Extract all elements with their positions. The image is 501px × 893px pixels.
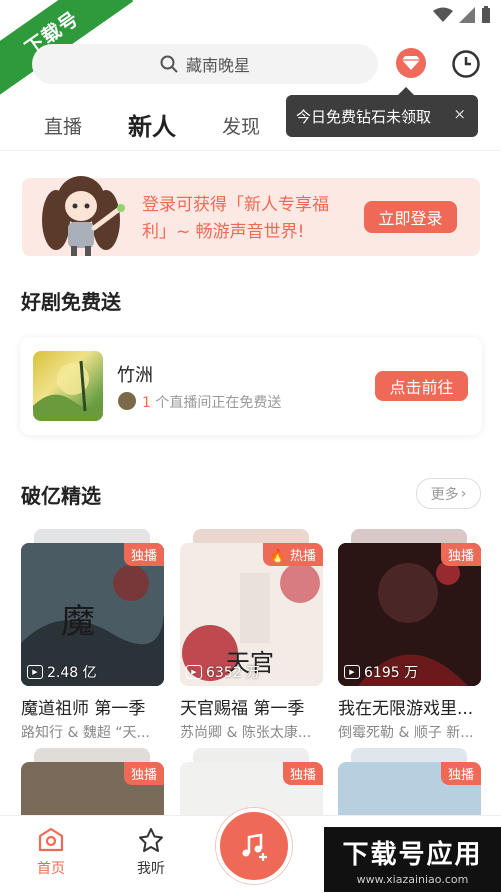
wifi-icon [433,7,453,22]
watermark-bottom-url: www.xiazainiao.com [356,872,469,886]
tab-discover[interactable]: 发现 [222,112,260,139]
album-card[interactable]: 天官 🔥 热播 ▶ 6352 万 [180,543,323,686]
album-card[interactable]: 魔 独播 ▶ 2.48 亿 [21,543,164,686]
go-button[interactable]: 点击前往 [375,371,468,401]
free-section-title: 好剧免费送 [21,290,121,314]
diamond-tooltip: 今日免费钻石未领取 × [286,87,478,137]
album-title[interactable]: 我在无限游戏里... [338,694,473,719]
search-icon [160,55,178,73]
album-title[interactable]: 魔道祖师 第一季 [21,694,145,719]
exclusive-badge: 独播 [123,762,164,785]
login-button[interactable]: 立即登录 [364,201,457,233]
diamond-icon [402,56,420,70]
signal-icon [459,7,475,23]
history-button[interactable] [450,48,482,80]
tooltip-close-icon[interactable]: × [453,105,466,123]
live-count: 1 [142,395,151,411]
play-count: ▶ 2.48 亿 [27,662,97,682]
banner-text: 登录可获得「新人专享福利」~ 畅游声音世界! [142,195,329,242]
album-subtitle: 路知行 & 魏超 “天... [21,725,150,741]
svg-text:魔: 魔 [61,602,95,642]
nav-listen-label: 我听 [137,861,165,877]
music-add-icon [242,833,267,861]
center-play-button[interactable] [216,808,292,884]
album-subtitle: 苏尚卿 & 陈张太康... [180,725,312,741]
play-icon: ▶ [186,665,202,679]
exclusive-badge: 独播 [282,762,323,785]
play-icon: ▶ [27,665,43,679]
free-drama-title: 竹洲 [117,365,153,386]
nav-home[interactable]: 首页 [21,826,81,878]
picks-section-title: 破亿精选 [21,484,101,508]
play-count: ▶ 6352 万 [186,662,260,682]
tab-live[interactable]: 直播 [44,112,82,139]
tab-newcomer[interactable]: 新人 [128,107,176,142]
clock-icon [452,50,480,78]
search-placeholder: 藏南晚星 [185,56,250,75]
search-bar[interactable]: 藏南晚星 [32,44,378,84]
play-icon: ▶ [344,665,360,679]
chevron-right-icon: › [460,485,467,502]
play-count: ▶ 6195 万 [344,662,418,682]
free-drama-cover [33,351,103,421]
nav-listen[interactable]: 我听 [121,826,181,878]
album-card[interactable]: 独播 ▶ 6195 万 [338,543,481,686]
more-label: 更多 [430,486,459,503]
battery-icon [482,6,490,23]
watermark-bottom: 下载号应用 www.xiazainiao.com [324,827,501,892]
tooltip-text: 今日免费钻石未领取 [296,107,432,126]
live-desc: 个直播间正在免费送 [155,395,282,411]
home-icon [38,827,64,852]
hot-badge: 🔥 热播 [262,543,323,566]
album-subtitle: 倒霉死勒 & 顺子 新... [338,725,474,741]
free-drama-desc: 1 个直播间正在免费送 [142,392,281,412]
streamer-avatar [118,392,136,410]
status-bar [433,6,491,24]
nav-home-label: 首页 [37,861,65,877]
exclusive-badge: 独播 [440,543,481,566]
more-button[interactable]: 更多 › [416,478,481,509]
star-icon [139,828,163,852]
album-title[interactable]: 天官赐福 第一季 [180,694,304,719]
mascot-illustration [42,176,125,256]
diamond-button[interactable] [396,48,426,78]
exclusive-badge: 独播 [123,543,164,566]
exclusive-badge: 独播 [440,762,481,785]
watermark-bottom-main: 下载号应用 [342,839,483,870]
